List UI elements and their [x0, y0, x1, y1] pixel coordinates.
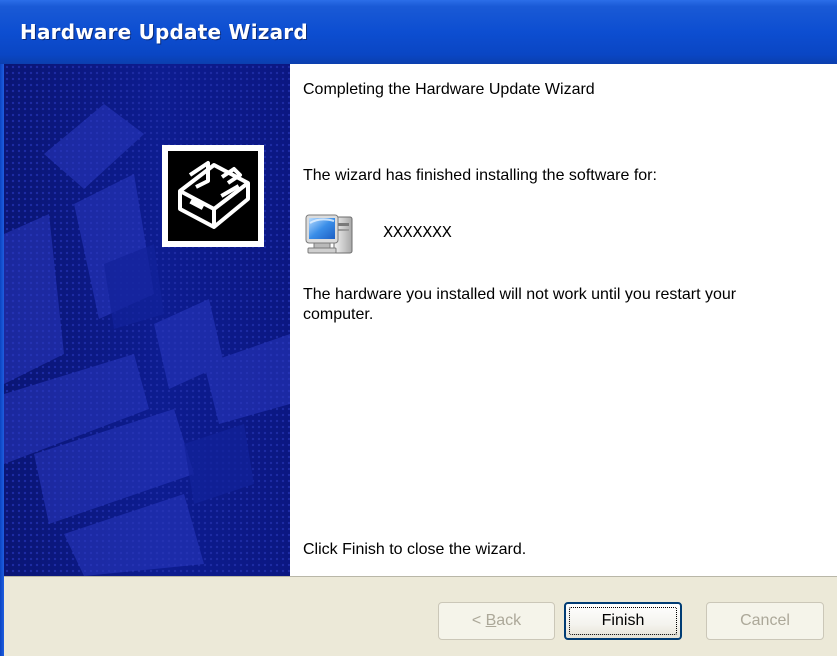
title-bar[interactable]: Hardware Update Wizard — [0, 0, 837, 64]
wizard-sidebar — [4, 64, 290, 576]
window-title: Hardware Update Wizard — [20, 20, 308, 44]
wizard-window: Hardware Update Wizard Completing the Ha… — [0, 0, 837, 656]
wizard-content: Completing the Hardware Update Wizard Th… — [290, 64, 837, 576]
device-name: XXXXXXX — [383, 223, 452, 241]
sidebar-watermark — [4, 104, 290, 576]
close-instruction: Click Finish to close the wizard. — [303, 541, 527, 558]
back-button-accelerator: B — [485, 612, 497, 629]
hardware-box-icon — [162, 145, 264, 247]
cancel-button-label: Cancel — [740, 612, 790, 629]
back-button-prefix: < — [471, 612, 486, 629]
finished-message: The wizard has finished installing the s… — [303, 167, 657, 184]
back-button[interactable]: < Back — [438, 602, 555, 640]
restart-message: The hardware you installed will not work… — [303, 286, 737, 323]
focus-rectangle — [569, 607, 677, 635]
computer-monitor-icon — [305, 214, 353, 254]
button-bar: < Back Finish Cancel — [4, 576, 837, 656]
wizard-heading: Completing the Hardware Update Wizard — [303, 81, 595, 98]
back-button-rest: ack — [496, 612, 522, 629]
cancel-button[interactable]: Cancel — [706, 602, 824, 640]
finish-button[interactable]: Finish — [564, 602, 682, 640]
